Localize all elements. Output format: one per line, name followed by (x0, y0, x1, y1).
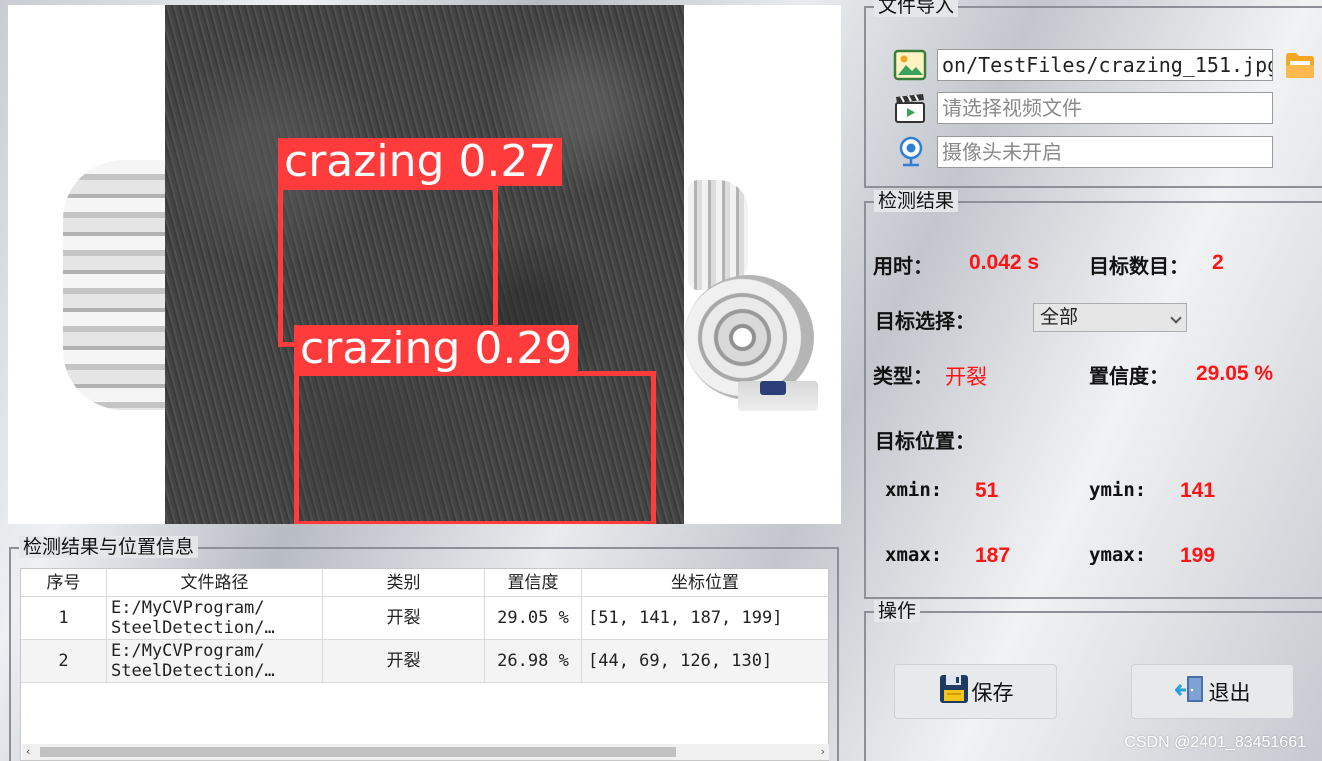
cell-coords: [51, 141, 187, 199] (588, 608, 783, 628)
xmin-value: 51 (975, 479, 999, 502)
exit-button[interactable]: 退出 (1131, 664, 1294, 719)
exit-door-icon (1173, 673, 1207, 710)
confidence-value: 29.05 % (1196, 362, 1274, 385)
ymin-label: ymin: (1089, 479, 1147, 501)
target-select-dropdown[interactable]: 全部 (1033, 303, 1187, 332)
results-table: 序号 文件路径 类别 置信度 坐标位置 1 E:/MyCVProgram/ St… (20, 568, 829, 761)
cell-path: E:/MyCVProgram/ SteelDetection/… (107, 640, 323, 682)
horizontal-scrollbar[interactable]: ‹ › (22, 744, 829, 760)
cell-confidence: 29.05 % (485, 597, 582, 639)
video-path-input[interactable]: 请选择视频文件 (937, 92, 1273, 124)
image-path-input[interactable]: on/TestFiles/crazing_151.jpg (937, 49, 1273, 81)
target-count-label: 目标数目： (1089, 254, 1189, 278)
results-table-group-title: 检测结果与位置信息 (19, 536, 199, 558)
column-header[interactable]: 坐标位置 (582, 569, 828, 596)
ymax-label: ymax: (1089, 544, 1147, 566)
cell-index: 1 (21, 597, 107, 639)
target-position-label: 目标位置： (875, 429, 975, 453)
xmin-label: xmin: (885, 479, 943, 501)
ymax-value: 199 (1180, 544, 1216, 567)
xmax-value: 187 (975, 544, 1011, 567)
type-label: 类型： (873, 364, 933, 388)
target-select-value: 全部 (1040, 306, 1079, 328)
image-viewer: crazing 0.27 crazing 0.29 (8, 5, 841, 524)
xmax-label: xmax: (885, 544, 943, 566)
detection-label-2: crazing 0.29 (294, 325, 579, 373)
type-value: 开裂 (945, 365, 987, 389)
time-value: 0.042 s (969, 251, 1040, 274)
cell-path: E:/MyCVProgram/ SteelDetection/… (107, 597, 323, 639)
cell-index: 2 (21, 640, 107, 682)
detection-label-1: crazing 0.27 (278, 138, 563, 186)
column-header[interactable]: 文件路径 (107, 569, 323, 596)
floppy-disk-icon (938, 673, 970, 710)
camera-status-input[interactable]: 摄像头未开启 (937, 136, 1273, 168)
video-clapper-icon[interactable] (893, 92, 927, 124)
column-header[interactable]: 置信度 (485, 569, 582, 596)
scrollbar-thumb[interactable] (40, 747, 676, 757)
save-button-label: 保存 (971, 680, 1014, 705)
cell-coords: [44, 69, 126, 130] (588, 651, 773, 671)
target-count-value: 2 (1212, 251, 1224, 274)
steel-coil-right-top-image (688, 180, 748, 290)
table-row[interactable]: 2 E:/MyCVProgram/ SteelDetection/… 开裂 26… (21, 640, 828, 683)
watermark: CSDN @2401_83451661 (1124, 734, 1306, 751)
time-label: 用时： (873, 254, 933, 278)
chevron-down-icon (1170, 312, 1182, 324)
cell-class: 开裂 (323, 597, 485, 639)
image-file-icon[interactable] (893, 49, 927, 81)
detection-box-2 (294, 371, 656, 524)
table-header-row: 序号 文件路径 类别 置信度 坐标位置 (21, 569, 828, 597)
save-button[interactable]: 保存 (894, 664, 1057, 719)
detection-results-group-title: 检测结果 (874, 190, 959, 212)
ymin-value: 141 (1180, 479, 1216, 502)
folder-open-icon[interactable] (1284, 50, 1316, 80)
cell-confidence: 26.98 % (485, 640, 582, 682)
target-select-label: 目标选择： (875, 309, 975, 333)
file-import-group-title: 文件导入 (874, 0, 959, 17)
detection-image: crazing 0.27 crazing 0.29 (165, 5, 684, 524)
operations-group-title: 操作 (874, 600, 921, 622)
column-header[interactable]: 序号 (21, 569, 107, 596)
table-row[interactable]: 1 E:/MyCVProgram/ SteelDetection/… 开裂 29… (21, 597, 828, 640)
column-header[interactable]: 类别 (323, 569, 485, 596)
exit-button-label: 退出 (1208, 680, 1251, 705)
cell-class: 开裂 (323, 640, 485, 682)
scroll-left-arrow-icon[interactable]: ‹ (26, 745, 30, 758)
coil-clip (760, 381, 786, 395)
confidence-label: 置信度： (1089, 364, 1169, 388)
scroll-right-arrow-icon[interactable]: › (821, 745, 825, 758)
webcam-icon[interactable] (897, 136, 925, 168)
